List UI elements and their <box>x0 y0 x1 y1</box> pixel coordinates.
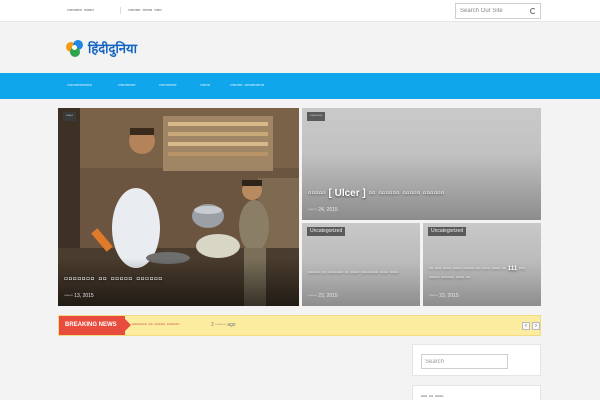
nav-item-1[interactable]: ▫▫▫▫▫▫▫▫▫▫ <box>67 82 92 89</box>
site-logo[interactable]: हिंदीदुनिया <box>64 38 137 58</box>
refresh-icon[interactable] <box>530 8 536 14</box>
post-date: ▫▫▫▫▫ 24, 2015 <box>308 207 338 213</box>
chevron-right-icon[interactable]: › <box>532 322 540 330</box>
top-link-2[interactable]: ▫▫▫▫▫ ▫▫▫▫ ▫▫▫ <box>120 7 162 14</box>
top-bar: ▫▫▫▫▫▫ ▫▫▫▫ ▫▫▫▫▫ ▫▫▫▫ ▫▫▫ <box>0 0 600 22</box>
breaking-news-label: BREAKING NEWS <box>59 316 131 335</box>
category-tag[interactable]: Uncategorized <box>428 227 467 236</box>
sidebar-search-input[interactable] <box>421 354 508 369</box>
top-search-input[interactable] <box>456 4 528 18</box>
post-date: ▫▫▫▫▫ 23, 2015 <box>308 293 338 299</box>
nav-item-3[interactable]: ▫▫▫▫▫▫▫ <box>159 82 176 89</box>
widget-title: ▫▫▫ ▫▫ ▫▫▫▫ <box>421 394 444 400</box>
logo-mark-icon <box>64 38 86 58</box>
nav-item-2[interactable]: ▫▫▫▫▫▫▫ <box>118 82 135 89</box>
ticker-time: 2 ▫▫▫▫▫▫ ago <box>211 322 236 328</box>
featured-post-main[interactable]: ▫▫▫▫ ▫▫▫▫▫▫▫ ▫▫ ▫▫▫▫▫ ▫▫▫▫▫▫ ▫▫▫▫▫ 13, 2… <box>58 108 299 306</box>
nav-item-5[interactable]: ▫▫▫▫▫ ▫▫▫▫▫▫▫▫ <box>230 82 264 89</box>
post-title[interactable]: ▫▫ ▫▫▫ ▫▫▫▫ ▫▫▫▫ ▫▫▫▫▫ ▫▫ ▫▫▫▫ ▫▫▫▫ ▫▫ 1… <box>429 265 537 283</box>
breaking-news-ticker: BREAKING NEWS ▫▫▫▫▫▫▫ ▫▫ ▫▫▫▫▫ ▫▫▫▫▫▫ 2 … <box>58 315 541 336</box>
top-link-1[interactable]: ▫▫▫▫▫▫ ▫▫▫▫ <box>67 7 94 14</box>
sidebar-widget: ▫▫▫ ▫▫ ▫▫▫▫ <box>412 385 541 400</box>
nav-item-4[interactable]: ▫▫▫▫ <box>200 82 210 89</box>
main-nav: ▫▫▫▫▫▫▫▫▫▫ ▫▫▫▫▫▫▫ ▫▫▫▫▫▫▫ ▫▫▫▫ ▫▫▫▫▫ ▫▫… <box>0 73 600 99</box>
featured-post-2[interactable]: ▫▫▫▫▫▫▫ ▫▫▫▫▫ [ Ulcer ] ▫▫ ▫▫▫▫▫▫ ▫▫▫▫▫ … <box>302 108 541 220</box>
category-tag[interactable]: ▫▫▫▫▫▫▫ <box>307 112 326 121</box>
site-header: हिंदीदुनिया <box>0 22 600 73</box>
featured-post-3[interactable]: Uncategorized ▫▫▫▫▫▫ ▫▫ ▫▫▫▫▫▫▫ ▫▫ ▫▫▫▫ … <box>302 223 420 306</box>
chevron-left-icon[interactable]: ‹ <box>522 322 530 330</box>
top-search-box <box>455 3 541 19</box>
post-title[interactable]: ▫▫▫▫▫▫ ▫▫ ▫▫▫▫▫▫▫ ▫▫ ▫▫▫▫ ▫▫▫▫▫▫▫▫ ▫▫▫▫ … <box>308 269 416 278</box>
category-tag[interactable]: ▫▫▫▫ <box>63 112 77 121</box>
category-tag[interactable]: Uncategorized <box>307 227 346 236</box>
post-date: ▫▫▫▫▫ 13, 2015 <box>64 293 94 299</box>
post-title[interactable]: ▫▫▫▫▫▫▫ ▫▫ ▫▫▫▫▫ ▫▫▫▫▫▫ <box>64 273 163 285</box>
featured-post-4[interactable]: Uncategorized ▫▫ ▫▫▫ ▫▫▫▫ ▫▫▫▫ ▫▫▫▫▫ ▫▫ … <box>423 223 541 306</box>
ticker-headline[interactable]: ▫▫▫▫▫▫▫ ▫▫ ▫▫▫▫▫ ▫▫▫▫▫▫ <box>132 322 180 328</box>
post-date: ▫▫▫▫▫ 23, 2015 <box>429 293 459 299</box>
logo-text: हिंदीदुनिया <box>88 42 137 57</box>
post-title[interactable]: ▫▫▫▫▫ [ Ulcer ] ▫▫ ▫▫▫▫▫▫ ▫▫▫▫▫ ▫▫▫▫▫▫ <box>308 188 444 199</box>
sidebar-search-widget <box>412 344 541 376</box>
